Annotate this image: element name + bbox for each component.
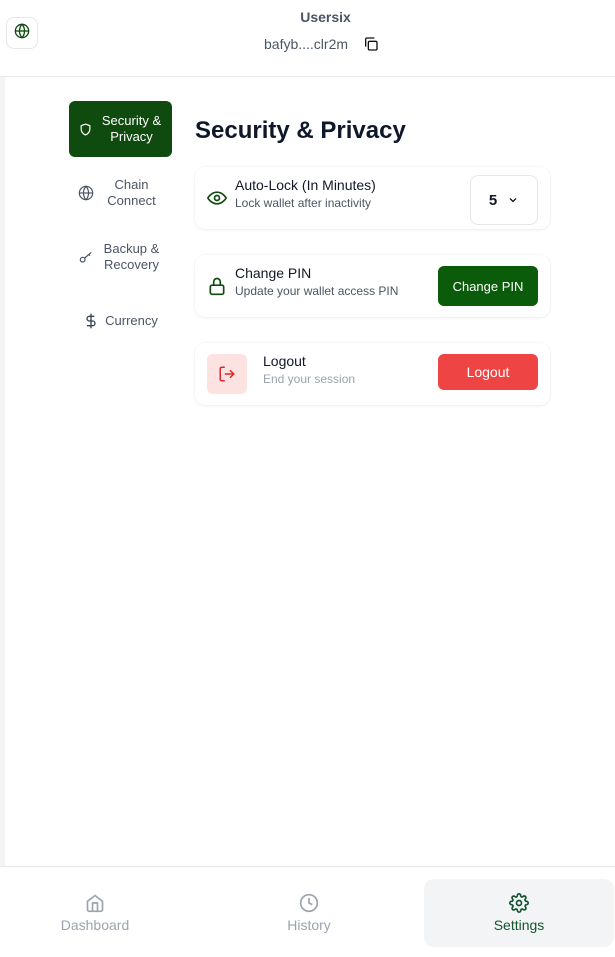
sidebar-item-chain-connect[interactable]: Chain Connect — [69, 165, 172, 221]
auto-lock-card: Auto-Lock (In Minutes) Lock wallet after… — [195, 167, 550, 229]
home-icon — [85, 893, 105, 913]
lock-icon — [207, 276, 227, 296]
clock-icon — [299, 893, 319, 913]
sidebar-item-backup-recovery[interactable]: Backup & Recovery — [69, 229, 172, 285]
globe-icon — [78, 185, 94, 201]
gear-icon — [509, 893, 529, 913]
change-pin-subtitle: Update your wallet access PIN — [235, 284, 399, 298]
tab-label: Dashboard — [60, 917, 130, 933]
change-pin-button[interactable]: Change PIN — [438, 266, 538, 306]
settings-sidebar: Security & Privacy Chain Connect Backup … — [69, 101, 172, 357]
eye-icon — [207, 188, 227, 208]
sidebar-item-currency[interactable]: Currency — [69, 293, 172, 349]
tab-label: History — [287, 917, 331, 933]
auto-lock-select[interactable]: 5 — [470, 175, 538, 225]
page-title: Security & Privacy — [195, 117, 406, 144]
settings-content: Security & Privacy Auto-Lock (In Minutes… — [195, 117, 550, 405]
tab-history[interactable]: History — [214, 879, 404, 947]
address-row: bafyb....clr2m — [264, 35, 380, 53]
sidebar-item-label: Chain Connect — [107, 177, 156, 208]
copy-icon[interactable] — [362, 35, 380, 53]
bottom-navigation: Dashboard History Settings — [0, 866, 615, 957]
tab-label: Settings — [493, 917, 545, 933]
tab-settings[interactable]: Settings — [424, 879, 614, 947]
key-icon — [78, 249, 94, 265]
user-name: Usersix — [300, 9, 351, 25]
sidebar-item-label: Backup & Recovery — [103, 241, 160, 272]
sidebar-item-label: Currency — [105, 313, 158, 328]
chevron-down-icon — [507, 194, 519, 206]
logout-icon — [207, 354, 247, 394]
tab-dashboard[interactable]: Dashboard — [0, 879, 190, 947]
logout-card: Logout End your session Logout — [195, 343, 550, 405]
top-bar: Usersix bafyb....clr2m — [0, 0, 615, 77]
logout-subtitle: End your session — [263, 372, 356, 386]
globe-icon — [14, 22, 30, 44]
sidebar-item-label: Security & Privacy — [101, 113, 162, 144]
logout-title: Logout — [263, 353, 306, 369]
auto-lock-title: Auto-Lock (In Minutes) — [235, 177, 376, 193]
auto-lock-subtitle: Lock wallet after inactivity — [235, 196, 372, 210]
change-pin-card: Change PIN Update your wallet access PIN… — [195, 255, 550, 317]
shield-icon — [78, 122, 94, 136]
change-pin-title: Change PIN — [235, 265, 312, 281]
wallet-address: bafyb....clr2m — [264, 36, 349, 52]
sidebar-item-security-privacy[interactable]: Security & Privacy — [69, 101, 172, 157]
dollar-icon — [83, 309, 99, 333]
auto-lock-value: 5 — [488, 191, 498, 209]
main-panel: Security & Privacy Chain Connect Backup … — [5, 77, 615, 866]
logout-button[interactable]: Logout — [438, 354, 538, 390]
